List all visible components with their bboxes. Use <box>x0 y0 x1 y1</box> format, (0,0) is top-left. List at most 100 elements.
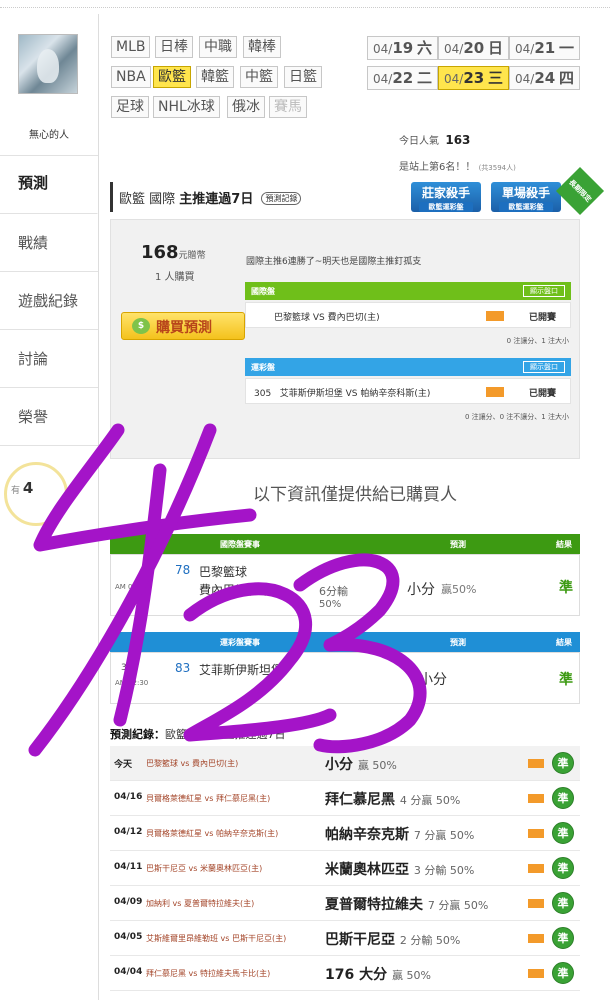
lottery-table-header: 運彩盤賽事 預測 結果 <box>110 632 580 652</box>
killer-badge-banker: 莊家殺手 歐籃運彩盤 <box>411 182 481 212</box>
sidebar-item-honor[interactable]: 榮譽 <box>0 388 98 446</box>
plan-icon <box>528 794 544 803</box>
sport-cpbl[interactable]: 中職 <box>199 36 237 58</box>
record-date: 04/04 <box>114 967 143 977</box>
game-num: 305 <box>121 663 139 673</box>
killer-title: 單場殺手 <box>501 186 550 200</box>
intl-table-row: AM 02:45 78 巴黎籃球 費內巴切(主) 6分輸 50% 小分 贏50%… <box>110 554 580 616</box>
record-tag-button[interactable]: 預測記錄 <box>261 192 302 205</box>
popularity-label: 今日人氣 <box>399 136 439 147</box>
lottery-title: 運彩盤 <box>251 363 275 372</box>
sport-nhl[interactable]: NHL冰球 <box>153 96 220 118</box>
sport-jp-baseball[interactable]: 日棒 <box>155 36 193 58</box>
record-detail: 贏 50% <box>357 759 397 772</box>
show-line-button[interactable]: 顯示盤口 <box>523 285 565 297</box>
intl-bar: 國際盤 顯示盤口 <box>245 282 571 300</box>
record-date: 04/05 <box>114 932 143 942</box>
col-header: 預測 <box>450 638 466 647</box>
date-0420[interactable]: 04/20 日 <box>438 36 510 60</box>
date-0422[interactable]: 04/22 二 <box>367 66 439 90</box>
record-row[interactable]: 04/11 巴斯干尼亞 vs 米蘭奧林匹亞(主) 米蘭奧林匹亞 3 分輸 50%… <box>110 851 580 886</box>
record-row[interactable]: 04/16 貝爾格萊德紅星 vs 拜仁慕尼黑(主) 拜仁慕尼黑 4 分贏 50%… <box>110 781 580 816</box>
lottery-notes: 0 注讓分、0 注不讓分、1 注大小 <box>464 413 569 421</box>
purchasers-notice: 以下資訊僅提供給已購買人 <box>253 485 457 505</box>
col-header: 運彩盤賽事 <box>220 638 260 647</box>
killer-badge-single: 單場殺手 歐籃運彩盤 <box>491 182 561 212</box>
team-name-home: 費內巴切(主) <box>199 583 269 597</box>
plan-icon <box>486 311 504 321</box>
record-pick: 夏普爾特拉維夫 7 分贏 50% <box>325 894 488 914</box>
record-row[interactable]: 04/12 貝爾格萊德紅星 vs 帕納辛奈克斯(主) 帕納辛奈克斯 7 分贏 5… <box>110 816 580 851</box>
sidebar-item-predict[interactable]: 預測 <box>0 156 98 214</box>
record-pick-text: 176 大分 <box>325 967 388 983</box>
lottery-game-row: 305 艾菲斯伊斯坦堡 VS 帕納辛奈科斯(主) 已開賽 <box>245 378 571 404</box>
record-detail: 3 分輸 50% <box>413 864 475 877</box>
rank-value: 4 <box>22 479 34 497</box>
buy-prediction-button[interactable]: $ 購買預測 <box>121 312 245 340</box>
sport-ru-hockey[interactable]: 俄冰 <box>227 96 265 118</box>
record-pick-text: 米蘭奧林匹亞 <box>325 862 409 878</box>
price: 168元贈幣 <box>141 242 206 263</box>
buyer-count: 1 人購買 <box>155 272 195 283</box>
result-badge: 準 <box>552 857 574 879</box>
date-md: 04/ <box>373 42 393 56</box>
pick: 小分 <box>419 672 447 688</box>
left-sidebar: 無心的人 預測 戰績 遊戲紀錄 討論 榮譽 有 4 <box>0 14 98 1000</box>
result: 準 <box>559 672 573 688</box>
avatar[interactable] <box>18 34 78 94</box>
record-pick-text: 巴斯干尼亞 <box>325 932 395 948</box>
sport-nba[interactable]: NBA <box>111 66 151 88</box>
record-pick: 176 大分 贏 50% <box>325 964 431 984</box>
date-weekday: 四 <box>559 69 575 87</box>
sport-cn-basketball[interactable]: 中籃 <box>240 66 278 88</box>
top-dotted-strip <box>0 0 610 8</box>
lottery-table-row: 305 AM 02:30 83 艾菲斯伊斯坦堡 小分 準 <box>110 652 580 704</box>
sport-soccer[interactable]: 足球 <box>111 96 149 118</box>
date-0419[interactable]: 04/19 六 <box>367 36 439 60</box>
sidebar-item-discussion[interactable]: 討論 <box>0 330 98 388</box>
plan-icon <box>486 387 504 397</box>
date-0423[interactable]: 04/23 三 <box>438 66 510 90</box>
sport-euro-basketball[interactable]: 歐籃 <box>153 66 191 88</box>
sport-jp-basketball[interactable]: 日籃 <box>284 66 322 88</box>
sport-kr-baseball[interactable]: 韓棒 <box>243 36 281 58</box>
killer-title: 莊家殺手 <box>421 186 470 200</box>
date-0421[interactable]: 04/21 一 <box>509 36 581 60</box>
result: 準 <box>559 580 573 596</box>
buy-label: 購買預測 <box>156 320 212 336</box>
record-game: 巴黎籃球 vs 費內巴切(主) <box>146 759 239 768</box>
plan-icon <box>528 759 544 768</box>
date-md: 04/ <box>444 72 464 86</box>
record-detail: 7 分贏 50% <box>413 829 475 842</box>
records-text: 歐籃 國際盤主推連過7日 <box>165 728 286 741</box>
popularity-rank-sub: (共3594人) <box>478 164 516 172</box>
record-pick: 帕納辛奈克斯 7 分贏 50% <box>325 824 474 844</box>
result-badge: 準 <box>552 927 574 949</box>
sport-kr-basketball[interactable]: 韓籃 <box>196 66 234 88</box>
team-name: 艾菲斯伊斯坦堡 <box>199 663 284 677</box>
popularity-value: 163 <box>445 133 471 147</box>
sidebar-item-record[interactable]: 戰績 <box>0 214 98 272</box>
plan-icon <box>528 934 544 943</box>
record-date: 04/09 <box>114 897 143 907</box>
record-row[interactable]: 04/05 艾斯維爾里昂維勒班 vs 巴斯干尼亞(主) 巴斯干尼亞 2 分輸 5… <box>110 921 580 956</box>
score: 83 <box>175 661 191 675</box>
col-header: 結果 <box>556 638 572 647</box>
sport-horse-racing[interactable]: 賽馬 <box>269 96 307 118</box>
record-date: 04/16 <box>114 792 143 802</box>
sport-mlb[interactable]: MLB <box>111 36 151 58</box>
record-row[interactable]: 今天 巴黎籃球 vs 費內巴切(主) 小分 贏 50% 準 <box>110 746 580 781</box>
game-time: AM 02:30 <box>115 679 149 687</box>
record-row[interactable]: 04/09 加納利 vs 夏普爾特拉維夫(主) 夏普爾特拉維夫 7 分贏 50%… <box>110 886 580 921</box>
popularity-rank-text: 是站上第6名！！ <box>399 162 476 173</box>
date-0424[interactable]: 04/24 四 <box>509 66 581 90</box>
offer-panel: 168元贈幣 1 人購買 $ 購買預測 國際主推6連勝了~明天也是國際主推釘孤支… <box>110 219 580 459</box>
intl-game-row: 巴黎籃球 VS 費內巴切(主) 已開賽 <box>245 302 571 328</box>
sidebar-item-game-log[interactable]: 遊戲紀錄 <box>0 272 98 330</box>
date-md: 04/ <box>444 42 464 56</box>
record-detail: 4 分贏 50% <box>399 794 461 807</box>
show-line-button[interactable]: 顯示盤口 <box>523 361 565 373</box>
records-prefix: 預測紀錄： <box>110 728 165 741</box>
lottery-bar: 運彩盤 顯示盤口 <box>245 358 571 376</box>
record-row[interactable]: 04/04 拜仁慕尼黑 vs 特拉維夫馬卡比(主) 176 大分 贏 50% 準 <box>110 956 580 991</box>
